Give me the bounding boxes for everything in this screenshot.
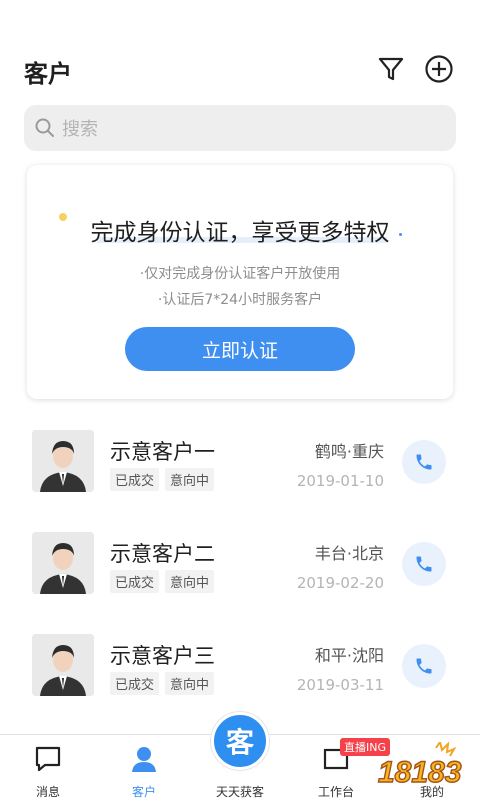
- verify-now-button[interactable]: 立即认证: [125, 327, 355, 371]
- status-tag: 已成交: [110, 468, 160, 491]
- search-placeholder: 搜索: [62, 119, 98, 140]
- nav-customers[interactable]: 客户: [96, 743, 192, 800]
- phone-icon[interactable]: [402, 542, 446, 586]
- avatar: [32, 430, 94, 492]
- header: 客户: [0, 50, 480, 94]
- customer-tags: 已成交 意向中: [110, 570, 215, 593]
- phone-icon[interactable]: [402, 440, 446, 484]
- avatar: [32, 532, 94, 594]
- customer-tags: 已成交 意向中: [110, 468, 215, 491]
- customer-name: 示意客户三: [110, 644, 215, 668]
- message-icon: [0, 743, 96, 775]
- phone-icon[interactable]: [402, 644, 446, 688]
- avatar: [32, 634, 94, 696]
- status-tag: 已成交: [110, 570, 160, 593]
- watermark-logo: 18183: [374, 739, 470, 792]
- customer-date: 2019-01-10: [296, 472, 384, 490]
- customer-name: 示意客户二: [110, 542, 215, 566]
- nav-messages[interactable]: 消息: [0, 743, 96, 800]
- status-tag: 已成交: [110, 672, 160, 695]
- card-title: 完成身份认证，享受更多特权: [90, 220, 390, 246]
- customer-row[interactable]: 示意客户三 已成交 意向中 和平·沈阳 2019-03-11: [0, 634, 480, 724]
- card-line-1: ·仅对完成身份认证客户开放使用: [139, 266, 341, 282]
- get-customers-button[interactable]: 客: [211, 712, 269, 770]
- status-tag: 意向中: [165, 570, 215, 593]
- svg-text:18183: 18183: [378, 756, 462, 789]
- customer-date: 2019-03-11: [296, 676, 384, 694]
- search-icon: [34, 117, 56, 139]
- search-bar[interactable]: 搜索: [24, 105, 456, 151]
- nav-label: 天天获客: [215, 785, 264, 799]
- verification-card: 完成身份认证，享受更多特权 ·仅对完成身份认证客户开放使用 ·认证后7*24小时…: [27, 165, 453, 399]
- nav-label: 工作台: [317, 785, 354, 799]
- customer-row[interactable]: 示意客户一 已成交 意向中 鹤鸣·重庆 2019-01-10: [0, 430, 480, 520]
- customer-date: 2019-02-20: [296, 574, 384, 592]
- status-tag: 意向中: [165, 672, 215, 695]
- customer-location: 丰台·北京: [314, 544, 384, 563]
- filter-icon[interactable]: [374, 52, 408, 86]
- person-icon: [96, 743, 192, 775]
- plus-circle-icon[interactable]: [422, 52, 456, 86]
- status-tag: 意向中: [165, 468, 215, 491]
- nav-label: 消息: [35, 785, 60, 799]
- customer-row[interactable]: 示意客户二 已成交 意向中 丰台·北京 2019-02-20: [0, 532, 480, 622]
- customer-page: 客户 搜索 完成身份认证，享受更多特权 ·仅对完成身份认证客户开放使用 ·认证后…: [0, 0, 480, 800]
- customer-location: 和平·沈阳: [314, 646, 384, 665]
- card-line-2: ·认证后7*24小时服务客户: [157, 292, 323, 308]
- nav-label: 客户: [131, 785, 156, 799]
- customer-location: 鹤鸣·重庆: [314, 442, 384, 461]
- page-title: 客户: [24, 60, 72, 88]
- customer-name: 示意客户一: [110, 440, 215, 464]
- customer-tags: 已成交 意向中: [110, 672, 215, 695]
